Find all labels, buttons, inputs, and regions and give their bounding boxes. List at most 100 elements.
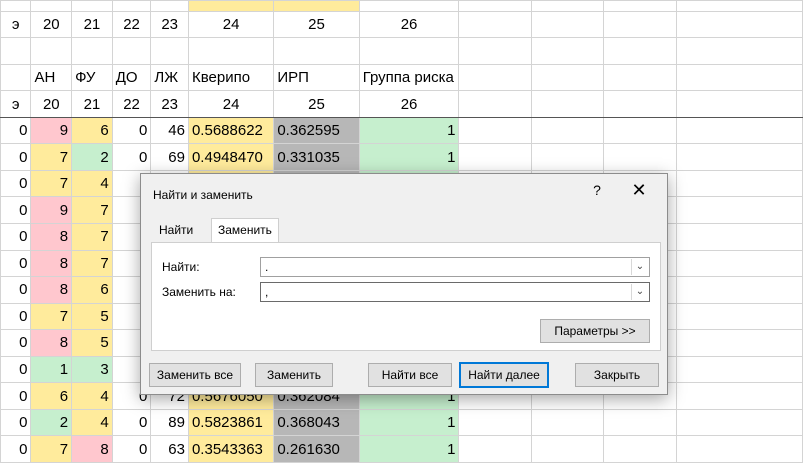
cell[interactable]: [530, 435, 604, 463]
cell[interactable]: 25: [273, 10, 360, 39]
cell[interactable]: 2: [30, 408, 73, 437]
header-cell[interactable]: Группа риска: [358, 63, 460, 92]
cell[interactable]: 9: [30, 196, 73, 224]
cell[interactable]: 0.4948470: [187, 143, 275, 171]
cell[interactable]: 0.261630: [273, 435, 360, 463]
cell[interactable]: 23: [150, 10, 189, 39]
cell[interactable]: 24: [187, 10, 275, 39]
cell[interactable]: 20: [30, 10, 73, 39]
cell[interactable]: 0: [0, 196, 32, 224]
cell[interactable]: [675, 37, 803, 65]
cell[interactable]: 0: [111, 143, 152, 171]
cell[interactable]: [675, 302, 803, 331]
cell[interactable]: [675, 90, 803, 118]
cell[interactable]: 8: [30, 249, 73, 278]
cell[interactable]: 0: [0, 302, 32, 331]
cell[interactable]: 0: [0, 276, 32, 304]
cell[interactable]: 0: [0, 169, 32, 198]
cell[interactable]: [602, 408, 677, 437]
cell[interactable]: [273, 37, 360, 65]
cell[interactable]: [0, 37, 32, 65]
cell[interactable]: 1: [358, 143, 460, 171]
cell[interactable]: 46: [150, 116, 189, 145]
cell[interactable]: 0.5823861: [187, 408, 275, 437]
cell[interactable]: [675, 329, 803, 357]
replace-input[interactable]: , ⌄: [260, 282, 650, 302]
cell[interactable]: [602, 116, 677, 145]
cell[interactable]: 0: [111, 435, 152, 463]
cell[interactable]: [530, 0, 604, 12]
cell[interactable]: 8: [30, 276, 73, 304]
cell[interactable]: [358, 37, 460, 65]
header-cell[interactable]: Кверипо: [187, 63, 275, 92]
cell[interactable]: 20: [30, 90, 73, 118]
cell[interactable]: 26: [358, 90, 460, 118]
cell[interactable]: [458, 0, 532, 12]
cell[interactable]: [675, 196, 803, 224]
cell[interactable]: [602, 0, 677, 12]
cell[interactable]: [30, 37, 73, 65]
cell[interactable]: 1: [358, 116, 460, 145]
chevron-down-icon[interactable]: ⌄: [631, 259, 648, 275]
cell[interactable]: 22: [111, 10, 152, 39]
close-icon[interactable]: ✕: [627, 180, 651, 201]
cell[interactable]: [530, 116, 604, 145]
cell[interactable]: 0: [0, 435, 32, 463]
header-cell[interactable]: [0, 63, 32, 92]
cell[interactable]: [602, 143, 677, 171]
cell[interactable]: [602, 37, 677, 65]
cell[interactable]: 4: [71, 382, 113, 410]
close-button[interactable]: Закрыть: [575, 363, 659, 387]
cell[interactable]: 4: [71, 169, 113, 198]
cell[interactable]: [675, 0, 803, 12]
cell[interactable]: 6: [71, 116, 113, 145]
cell[interactable]: 0.3543363: [187, 435, 275, 463]
cell[interactable]: [30, 0, 73, 12]
header-cell[interactable]: АН: [30, 63, 73, 92]
header-cell[interactable]: ЛЖ: [150, 63, 189, 92]
cell[interactable]: 7: [30, 143, 73, 171]
cell[interactable]: [602, 10, 677, 39]
cell[interactable]: [150, 37, 189, 65]
cell[interactable]: 0.331035: [273, 143, 360, 171]
cell[interactable]: 21: [71, 10, 113, 39]
cell[interactable]: э: [0, 90, 32, 118]
cell[interactable]: [602, 90, 677, 118]
replace-all-button[interactable]: Заменить все: [149, 363, 241, 387]
chevron-down-icon[interactable]: ⌄: [631, 284, 648, 300]
cell[interactable]: 0: [0, 223, 32, 251]
cell[interactable]: [675, 169, 803, 198]
cell[interactable]: 0.5688622: [187, 116, 275, 145]
cell[interactable]: 4: [71, 408, 113, 437]
cell[interactable]: 26: [358, 10, 460, 39]
cell[interactable]: 24: [187, 90, 275, 118]
cell[interactable]: 7: [30, 169, 73, 198]
cell[interactable]: [458, 143, 532, 171]
help-button[interactable]: ?: [586, 182, 608, 198]
cell[interactable]: [358, 0, 460, 12]
cell[interactable]: 8: [71, 435, 113, 463]
cell[interactable]: 21: [71, 90, 113, 118]
tab-replace[interactable]: Заменить: [211, 218, 279, 243]
cell[interactable]: [530, 408, 604, 437]
cell[interactable]: 69: [150, 143, 189, 171]
cell[interactable]: [675, 249, 803, 278]
cell[interactable]: [675, 276, 803, 304]
cell[interactable]: [675, 223, 803, 251]
cell[interactable]: [675, 116, 803, 145]
cell[interactable]: 25: [273, 90, 360, 118]
cell[interactable]: 8: [30, 329, 73, 357]
header-cell[interactable]: ФУ: [71, 63, 113, 92]
cell[interactable]: [273, 0, 360, 12]
cell[interactable]: [187, 0, 275, 12]
cell[interactable]: 0: [111, 116, 152, 145]
cell[interactable]: [458, 63, 532, 92]
tab-find[interactable]: Найти: [153, 219, 199, 241]
cell[interactable]: 0.368043: [273, 408, 360, 437]
cell[interactable]: 7: [71, 223, 113, 251]
cell[interactable]: 9: [30, 116, 73, 145]
find-next-button[interactable]: Найти далее: [459, 362, 549, 388]
cell[interactable]: 23: [150, 90, 189, 118]
cell[interactable]: 6: [71, 276, 113, 304]
header-cell[interactable]: ИРП: [273, 63, 360, 92]
